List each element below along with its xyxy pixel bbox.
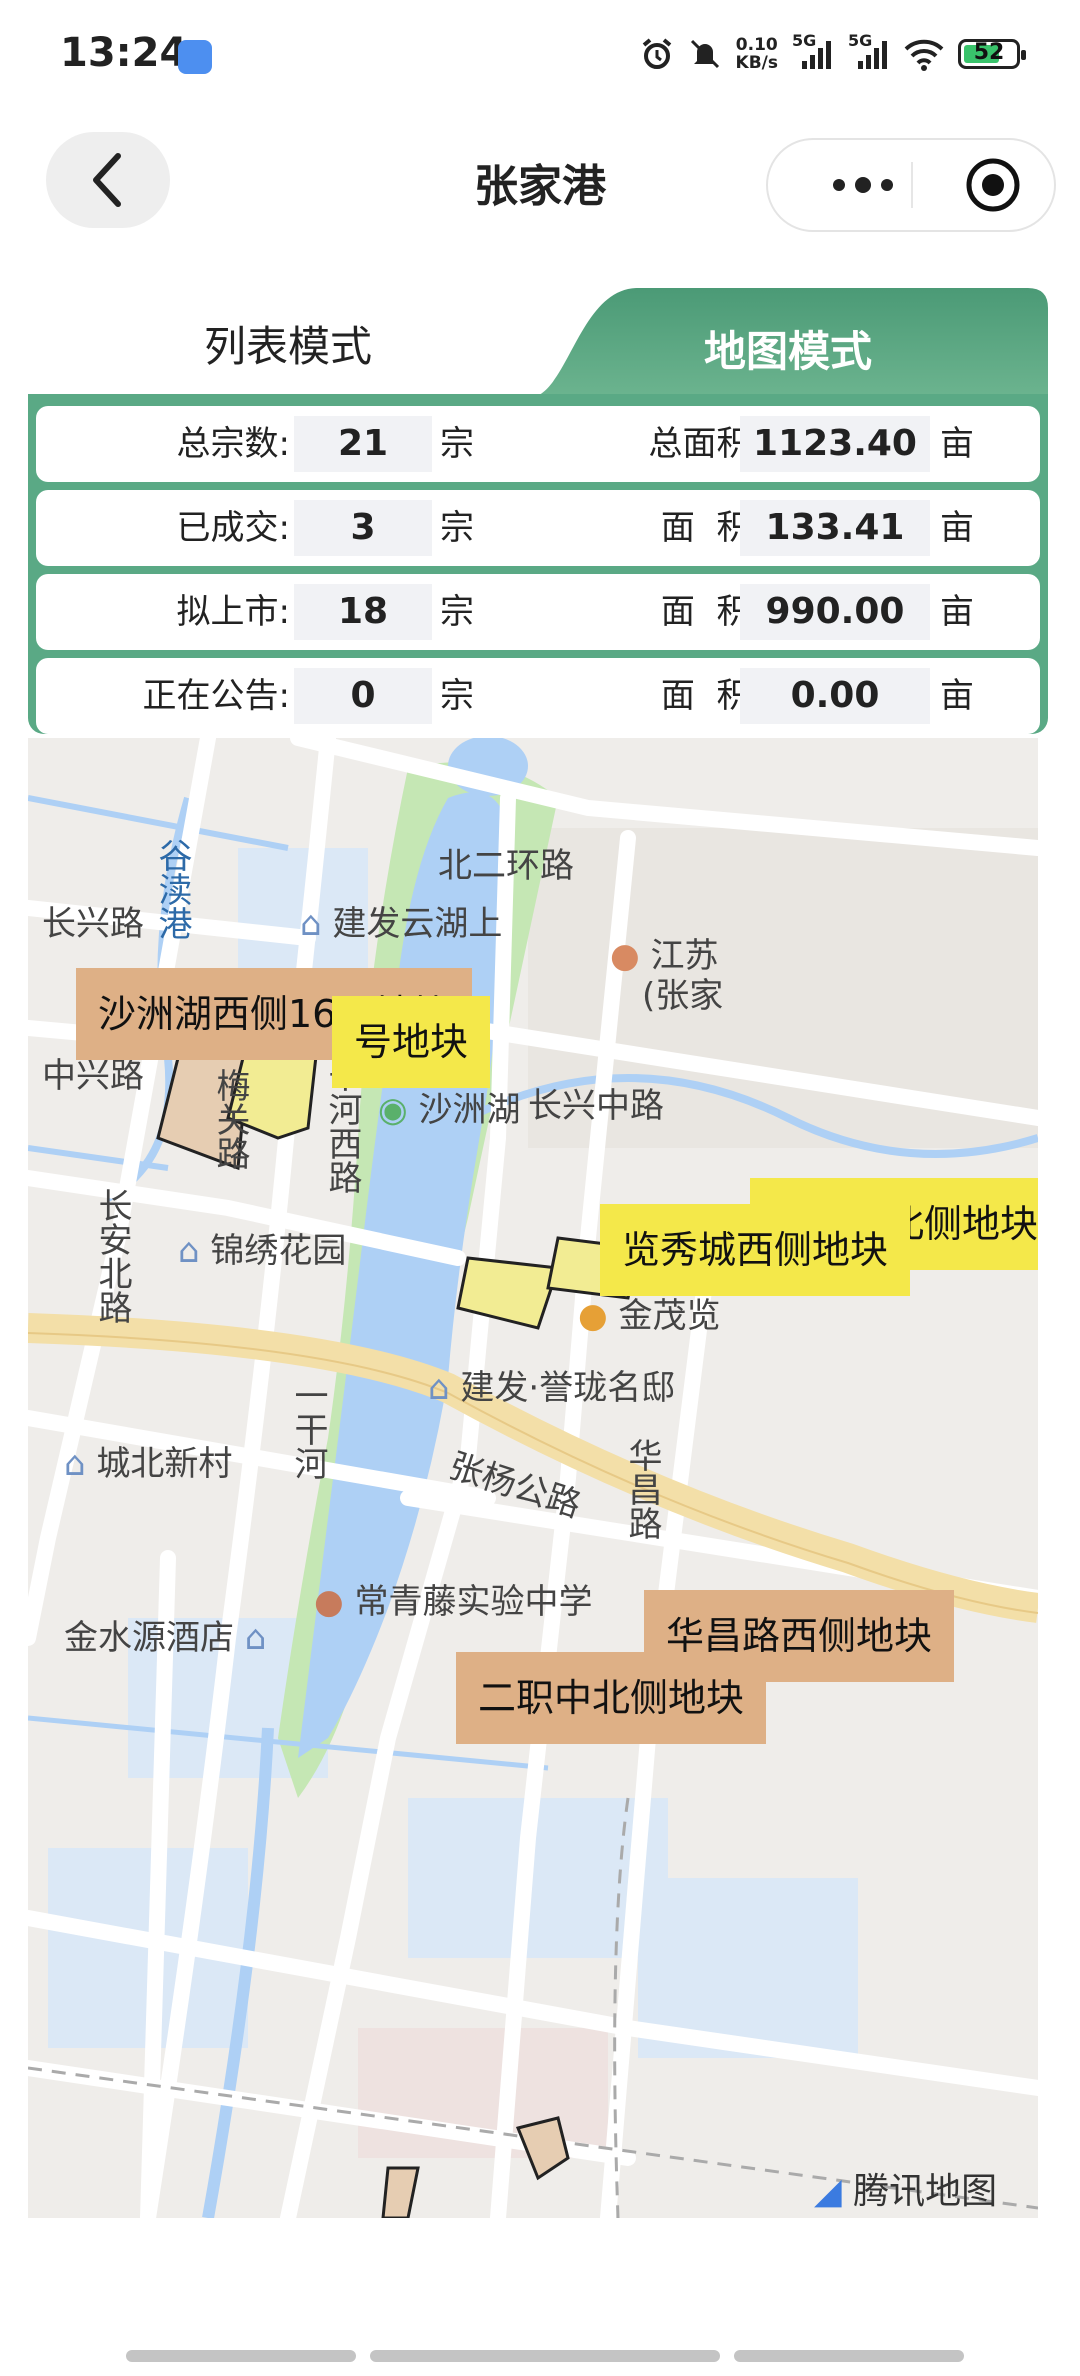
parcel-label[interactable]: 号地块 [332,996,491,1088]
count-value: 3 [294,500,432,556]
count-unit: 宗 [440,424,474,464]
status-bar: 13:24 0.10 KB/s 5G 5G 52 [0,0,1080,120]
mini-program-capsule [766,138,1056,232]
count-label: 已成交: [176,508,290,548]
status-time: 13:24 [60,30,188,76]
area-unit: 亩 [940,508,974,548]
home-icon: ⌂ [428,1368,461,1408]
shop-icon: ● [578,1296,619,1336]
stats-row: 拟上市: 18 宗 面 积: 990.00 亩 [36,574,1040,650]
tab-label: 列表模式 [203,321,372,371]
area-value: 133.41 [740,500,930,556]
count-value: 21 [294,416,432,472]
tencent-map-logo-icon: ◢ [814,2171,854,2212]
poi-zhangjia: (张家 [642,976,724,1016]
mute-icon [690,39,719,69]
road-label: 长兴中路 [528,1086,664,1126]
stats-panel: 总宗数: 21 宗 总面积: 1123.40 亩 已成交: 3 宗 面 积: 1… [28,394,1048,734]
net-speed: 0.10 KB/s [735,35,778,73]
parcel-label[interactable]: 二职中北侧地块 [456,1652,767,1744]
poi-chengbei-xincun[interactable]: ⌂ 城北新村 [64,1436,232,1485]
sim1-signal-icon: 5G [792,31,834,71]
poi-jinxiu-garden[interactable]: ⌂ 锦绣花园 [178,1223,346,1272]
tab-list-mode[interactable]: 列表模式 [28,288,548,398]
target-icon [966,158,1020,212]
bed-icon: ⌂ [234,1618,267,1658]
sim2-signal-icon: 5G [848,31,890,71]
road-label: 长兴路 [42,904,144,944]
area-value: 1123.40 [740,416,930,472]
more-dots-icon [833,177,893,193]
tab-map-mode[interactable]: 地图模式 [528,288,1048,398]
count-value: 0 [294,668,432,724]
close-mini-program-button[interactable] [948,140,1038,230]
area-unit: 亩 [940,676,974,716]
school-icon: ● [314,1582,355,1622]
poi-changqingteng-school[interactable]: ● 常青藤实验中学 [314,1574,592,1623]
stats-row: 正在公告: 0 宗 面 积: 0.00 亩 [36,658,1040,734]
road-label: 一干河 [288,1378,328,1480]
road-label: 北二环路 [438,846,574,886]
parcel-label[interactable]: 览秀城西侧地块 [600,1204,911,1296]
area-value: 0.00 [740,668,930,724]
tab-label: 地图模式 [703,327,872,376]
count-label: 正在公告: [142,676,290,716]
count-unit: 宗 [440,676,474,716]
app-icon [178,40,212,74]
camera-icon: ◉ [378,1090,419,1130]
stats-row: 已成交: 3 宗 面 积: 133.41 亩 [36,490,1040,566]
area-unit: 亩 [940,592,974,632]
home-icon: ⌂ [178,1231,211,1271]
wifi-icon [904,39,944,71]
road-label: 华昌路 [622,1438,662,1540]
status-icons: 0.10 KB/s 5G 5G 52 [640,31,1026,76]
gesture-bar [0,2336,1080,2376]
count-label: 总宗数: [176,424,290,464]
area-value: 990.00 [740,584,930,640]
road-label: 梅关路 [210,1068,250,1170]
count-unit: 宗 [440,508,474,548]
more-button[interactable] [804,140,922,230]
home-icon: ⌂ [64,1444,97,1484]
poi-jianfa-yulong[interactable]: ⌂ 建发·誉珑名邸 [428,1360,675,1409]
capsule-divider [911,162,913,208]
home-icon: ⌂ [300,904,333,944]
map-watermark: ◢ 腾讯地图 [814,2171,998,2212]
poi-jinshuiyuan-hotel[interactable]: 金水源酒店 ⌂ [64,1610,266,1659]
area-unit: 亩 [940,424,974,464]
battery-icon: 52 [958,39,1026,69]
road-label: 长安北路 [92,1188,132,1324]
river-label: 谷渎港 [152,838,192,940]
stats-row: 总宗数: 21 宗 总面积: 1123.40 亩 [36,406,1040,482]
mode-tabs: 列表模式 地图模式 [28,288,1048,398]
count-value: 18 [294,584,432,640]
count-unit: 宗 [440,592,474,632]
poi-jianfa-yunhu[interactable]: ⌂ 建发云湖上 [300,896,502,945]
poi-shazhou-lake[interactable]: ◉ 沙洲湖 [378,1082,520,1131]
count-label: 拟上市: [176,592,290,632]
map-view[interactable]: 北二环路 长兴路 中兴路 长兴中路 长安北路 一干河 张杨公路 华昌路 谷渎港 … [28,738,1038,2218]
alarm-icon [642,38,671,69]
